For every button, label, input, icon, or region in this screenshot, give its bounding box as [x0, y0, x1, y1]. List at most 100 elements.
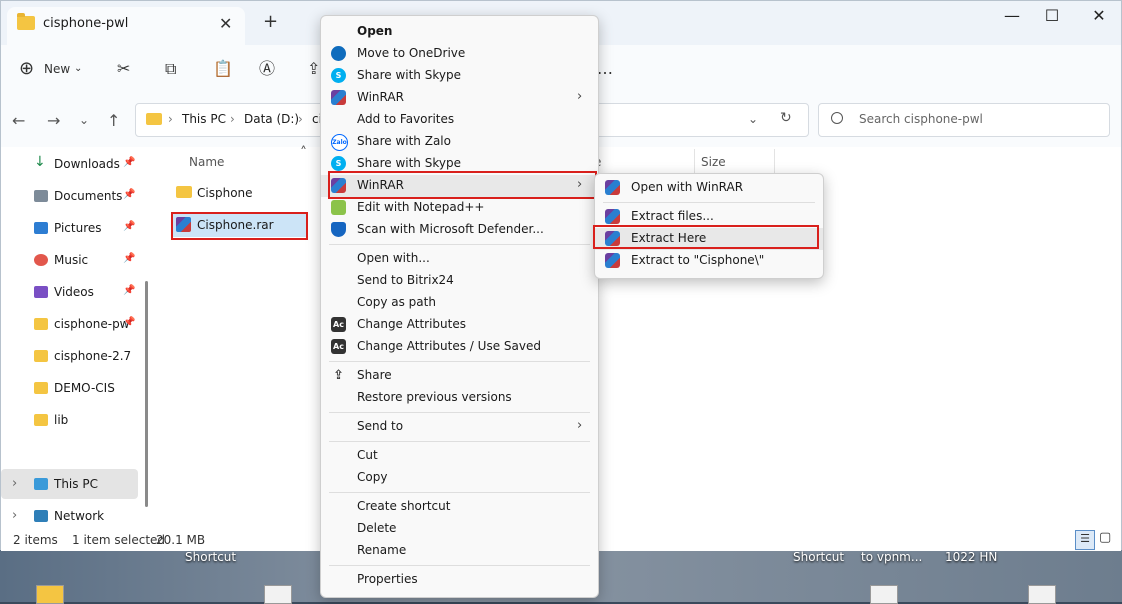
menu-item-rename[interactable]: Rename — [321, 540, 598, 562]
breadcrumb-data-d[interactable]: Data (D:) — [244, 112, 299, 126]
rename-icon[interactable]: Ⓐ — [259, 57, 275, 81]
menu-item-change-attributes[interactable]: Ac Change Attributes — [321, 314, 598, 336]
menu-item-share-skype[interactable]: S Share with Skype — [321, 65, 598, 87]
pin-icon: 📌 — [123, 317, 136, 328]
tab-cisphone-pwl[interactable]: cisphone-pwl ✕ — [7, 7, 245, 45]
submenu-item-open-with-winrar[interactable]: Open with WinRAR — [595, 177, 823, 199]
new-button[interactable]: New — [44, 57, 70, 81]
details-view-icon[interactable]: ☰ — [1075, 530, 1095, 550]
recent-chevron-icon[interactable]: ⌄ — [79, 113, 89, 127]
menu-item-copy-as-path[interactable]: Copy as path — [321, 292, 598, 314]
tiles-view-icon[interactable]: ▢ — [1099, 530, 1111, 545]
copy-icon[interactable]: ⧉ — [165, 57, 176, 81]
tab-close-button[interactable]: ✕ — [219, 14, 232, 33]
menu-item-label: Delete — [357, 521, 397, 535]
menu-separator — [329, 492, 590, 493]
winrar-icon — [605, 253, 620, 268]
menu-item-change-attributes-saved[interactable]: Ac Change Attributes / Use Saved — [321, 336, 598, 358]
attributes-icon: Ac — [331, 317, 346, 332]
desktop-file-icon[interactable] — [1028, 585, 1056, 604]
selection-size: 20.1 MB — [156, 533, 206, 547]
menu-item-label: Send to Bitrix24 — [357, 273, 454, 287]
menu-item-share-zalo[interactable]: Zalo Share with Zalo — [321, 131, 598, 153]
desktop-file-icon[interactable] — [870, 585, 898, 604]
defender-icon — [331, 222, 346, 237]
see-more-icon[interactable]: … — [597, 57, 613, 81]
sidebar-scrollbar[interactable] — [145, 281, 148, 507]
forward-icon[interactable]: → — [47, 111, 60, 130]
cut-icon[interactable]: ✂ — [117, 57, 130, 81]
menu-item-open[interactable]: Open — [321, 21, 598, 43]
column-header-size[interactable]: Size — [701, 155, 726, 169]
column-divider[interactable] — [774, 149, 775, 173]
sidebar-item-pictures[interactable]: Pictures 📌 — [1, 213, 138, 243]
close-button[interactable]: ✕ — [1076, 4, 1122, 28]
refresh-button[interactable]: ↻ — [780, 110, 792, 126]
back-icon[interactable]: ← — [12, 111, 25, 130]
sidebar-item-label: Network — [54, 509, 105, 523]
desktop-shortcut-label[interactable]: to vpnm... — [861, 550, 922, 564]
menu-item-open-with[interactable]: Open with... — [321, 248, 598, 270]
menu-item-label: Restore previous versions — [357, 390, 512, 404]
sidebar-item-lib[interactable]: lib — [1, 405, 138, 435]
column-header-name[interactable]: Name — [189, 155, 224, 169]
sidebar-item-music[interactable]: Music 📌 — [1, 245, 138, 275]
desktop-folder-icon[interactable] — [36, 585, 64, 604]
paste-icon[interactable]: 📋 — [213, 57, 233, 81]
chevron-right-icon: › — [577, 89, 583, 104]
menu-item-restore-versions[interactable]: Restore previous versions — [321, 387, 598, 409]
menu-item-delete[interactable]: Delete — [321, 518, 598, 540]
desktop-shortcut-label[interactable]: 1022 HN — [945, 550, 997, 564]
sidebar-item-label: DEMO-CIS — [54, 381, 115, 395]
menu-item-create-shortcut[interactable]: Create shortcut — [321, 496, 598, 518]
menu-item-label: Open — [357, 24, 393, 38]
menu-item-edit-notepad[interactable]: Edit with Notepad++ — [321, 197, 598, 219]
share-icon: ⇪ — [333, 368, 344, 383]
breadcrumb-separator: › — [298, 112, 303, 126]
menu-item-send-to-bitrix[interactable]: Send to Bitrix24 — [321, 270, 598, 292]
maximize-button[interactable]: ☐ — [1029, 4, 1075, 28]
menu-item-label: Share with Skype — [357, 68, 461, 82]
share-icon[interactable]: ⇪ — [307, 57, 320, 81]
desktop-shortcut-label[interactable]: Shortcut — [185, 550, 236, 564]
submenu-item-extract-to[interactable]: Extract to "Cisphone\" — [595, 250, 823, 272]
folder-icon — [34, 318, 48, 330]
menu-item-send-to[interactable]: Send to › — [321, 416, 598, 438]
menu-separator — [329, 244, 590, 245]
column-divider[interactable] — [694, 149, 695, 173]
sidebar-item-documents[interactable]: Documents 📌 — [1, 181, 138, 211]
folder-icon — [34, 350, 48, 362]
breadcrumb-this-pc[interactable]: This PC — [182, 112, 226, 126]
sidebar-item-videos[interactable]: Videos 📌 — [1, 277, 138, 307]
search-placeholder: Search cisphone-pwl — [859, 112, 983, 126]
chevron-down-icon[interactable]: ⌄ — [74, 57, 82, 81]
sidebar-item-downloads[interactable]: ↓ Downloads 📌 — [1, 149, 138, 179]
sidebar-item-cisphone-pw[interactable]: cisphone-pw 📌 — [1, 309, 138, 339]
search-input[interactable]: Search cisphone-pwl — [818, 103, 1110, 137]
up-icon[interactable]: ↑ — [107, 111, 120, 130]
desktop-shortcut-label[interactable]: Shortcut — [793, 550, 844, 564]
address-dropdown-icon[interactable]: ⌄ — [748, 112, 758, 126]
menu-item-winrar[interactable]: WinRAR › — [321, 87, 598, 109]
chevron-right-icon[interactable]: › — [12, 476, 17, 491]
sidebar-item-this-pc[interactable]: › This PC — [1, 469, 138, 499]
chevron-right-icon[interactable]: › — [12, 508, 17, 523]
menu-separator — [329, 361, 590, 362]
picture-icon — [34, 222, 48, 234]
list-item[interactable]: Cisphone — [172, 181, 322, 205]
menu-item-scan-defender[interactable]: Scan with Microsoft Defender... — [321, 219, 598, 241]
sidebar-item-cisphone-2-7[interactable]: cisphone-2.7 — [1, 341, 138, 371]
menu-item-move-to-onedrive[interactable]: Move to OneDrive — [321, 43, 598, 65]
desktop-file-icon[interactable] — [264, 585, 292, 604]
new-plus-icon[interactable]: ⊕ — [19, 57, 34, 81]
menu-item-copy[interactable]: Copy — [321, 467, 598, 489]
menu-item-properties[interactable]: Properties — [321, 569, 598, 591]
sidebar-item-demo-cis[interactable]: DEMO-CIS — [1, 373, 138, 403]
menu-item-share[interactable]: ⇪ Share — [321, 365, 598, 387]
new-tab-button[interactable]: + — [263, 11, 278, 32]
menu-item-add-to-favorites[interactable]: Add to Favorites — [321, 109, 598, 131]
menu-item-cut[interactable]: Cut — [321, 445, 598, 467]
onedrive-icon — [331, 46, 346, 61]
folder-icon — [34, 414, 48, 426]
highlight-box — [328, 171, 597, 199]
